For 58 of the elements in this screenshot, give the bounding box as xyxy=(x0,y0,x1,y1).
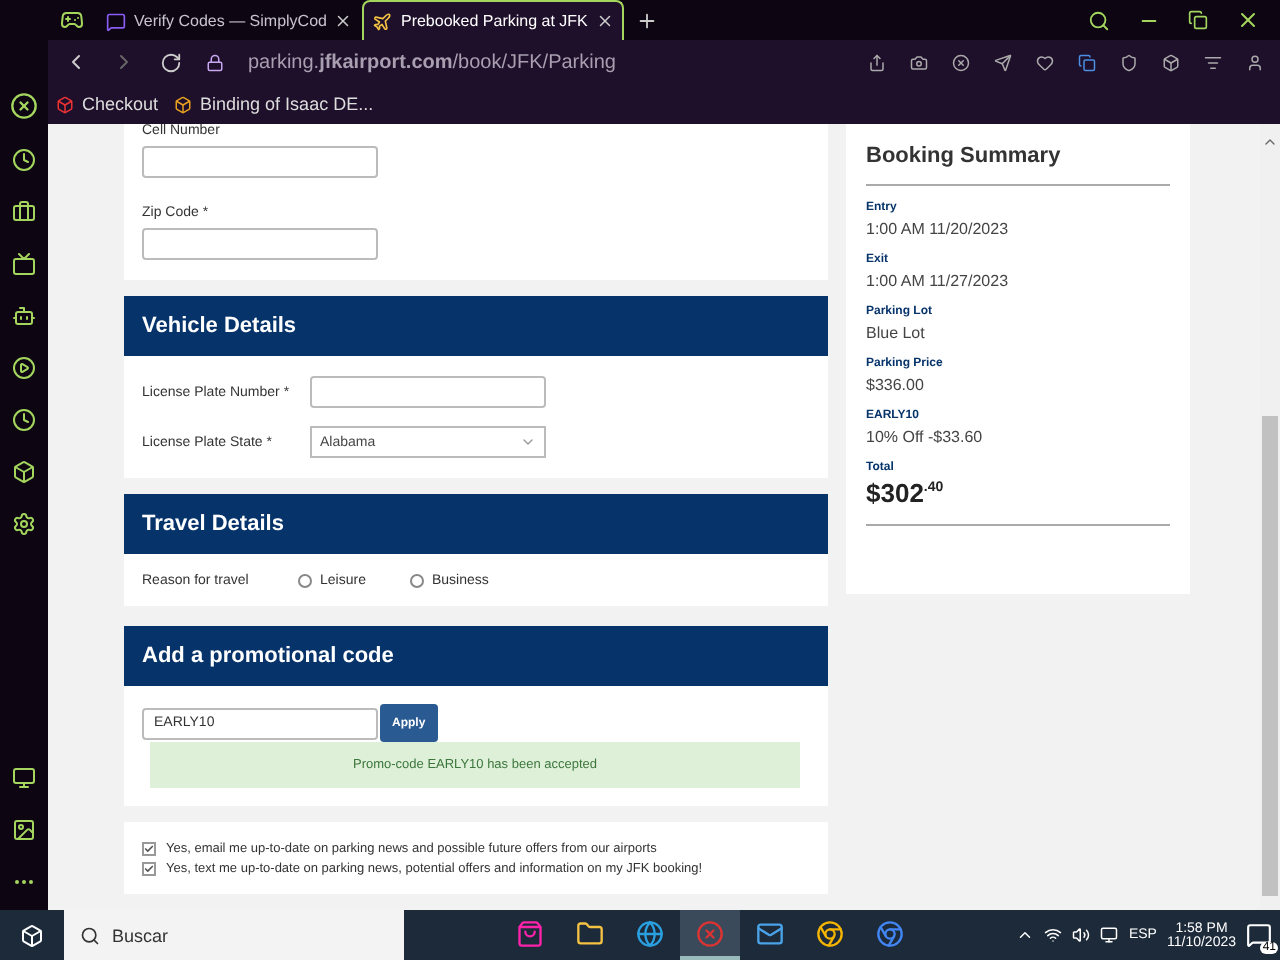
bookmark-icon[interactable] xyxy=(56,95,74,113)
close-icon[interactable] xyxy=(334,12,353,30)
total-price: $302$^{.40}$ xyxy=(866,478,1170,526)
plane-icon xyxy=(372,11,393,31)
summary-title: Booking Summary xyxy=(866,144,1170,186)
share-icon[interactable] xyxy=(868,53,886,71)
bookmark[interactable]: Checkout xyxy=(82,94,159,114)
bookmark-icon[interactable] xyxy=(174,95,193,113)
search-icon[interactable] xyxy=(1088,9,1110,31)
checkbox[interactable] xyxy=(142,862,156,876)
monitor-icon[interactable] xyxy=(1100,926,1119,944)
bookmark[interactable]: Binding of Isaac DE... xyxy=(200,94,374,114)
section-header: Vehicle Details xyxy=(124,296,828,356)
wifi-icon[interactable] xyxy=(1044,926,1063,944)
close-icon[interactable] xyxy=(1236,8,1260,32)
section-header: Add a promotional code xyxy=(124,626,828,686)
volume-icon[interactable] xyxy=(1072,926,1091,944)
menu-icon[interactable] xyxy=(1204,53,1222,71)
restore-icon[interactable] xyxy=(1188,10,1208,30)
summary-value: 10% Off -$33.60 xyxy=(866,428,985,446)
tv-icon[interactable] xyxy=(12,252,36,276)
new-tab-icon[interactable] xyxy=(635,9,658,31)
checkbox[interactable] xyxy=(142,842,156,856)
send-icon[interactable] xyxy=(994,53,1012,71)
user-icon[interactable] xyxy=(1246,53,1264,71)
cube-icon[interactable] xyxy=(12,460,36,484)
cube-icon[interactable] xyxy=(1162,53,1180,71)
search-icon xyxy=(80,925,100,945)
history-icon[interactable] xyxy=(12,408,36,432)
settings-icon[interactable] xyxy=(12,512,36,536)
briefcase-icon[interactable] xyxy=(12,200,36,224)
input-field[interactable] xyxy=(142,228,378,260)
camera-icon[interactable] xyxy=(910,53,928,71)
gamepad-icon[interactable] xyxy=(60,8,84,32)
scroll-up-icon[interactable] xyxy=(1262,134,1278,150)
lock-icon xyxy=(206,53,224,71)
summary-value: 1:00 AM 11/27/2023 xyxy=(866,272,1011,290)
chevron-down-icon xyxy=(520,434,536,450)
reload-icon[interactable] xyxy=(160,51,182,73)
image-icon[interactable] xyxy=(12,818,36,842)
input-field[interactable] xyxy=(142,146,378,178)
robot-icon[interactable] xyxy=(12,304,36,328)
chat-icon xyxy=(106,11,126,31)
heart-icon[interactable] xyxy=(1036,53,1054,71)
taskbar-search-field[interactable]: Buscar xyxy=(64,910,404,960)
browser-tab[interactable]: Prebooked Parking at JFK xyxy=(362,0,624,40)
close-icon[interactable] xyxy=(595,12,614,30)
browser-tab[interactable]: Verify Codes — SimplyCod xyxy=(96,0,363,40)
chevron-up-icon[interactable] xyxy=(1016,926,1035,944)
summary-value: $336.00 xyxy=(866,376,926,394)
summary-value: 1:00 AM 11/20/2023 xyxy=(866,220,1011,238)
section-header: Travel Details xyxy=(124,494,828,554)
summary-value: Blue Lot xyxy=(866,324,927,342)
close-circle-icon[interactable] xyxy=(952,53,970,71)
play-icon[interactable] xyxy=(12,356,36,380)
taskbar-app-icon[interactable] xyxy=(680,910,740,960)
shield-icon[interactable] xyxy=(1120,53,1138,71)
input-field[interactable] xyxy=(310,376,546,408)
